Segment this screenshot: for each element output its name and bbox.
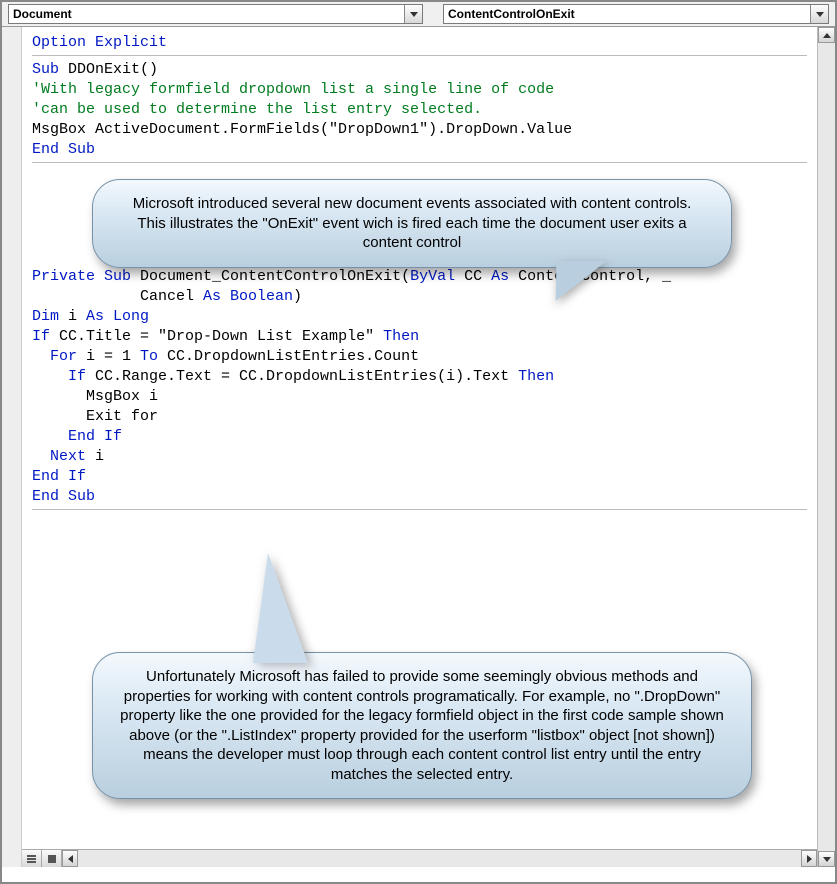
scroll-right-button[interactable]	[801, 850, 817, 867]
chevron-down-icon[interactable]	[404, 5, 422, 23]
callout-onexit-text: Microsoft introduced several new documen…	[133, 195, 692, 251]
procedure-view-icon[interactable]	[22, 850, 42, 867]
full-module-view-icon[interactable]	[42, 850, 62, 867]
procedure-dropdown[interactable]: ContentControlOnExit	[443, 4, 829, 24]
code-pane[interactable]: Option Explicit Sub DDOnExit() 'With leg…	[22, 27, 817, 867]
callout-onexit: Microsoft introduced several new documen…	[92, 179, 732, 268]
scroll-up-button[interactable]	[818, 27, 835, 43]
callout-limitations-text: Unfortunately Microsoft has failed to pr…	[120, 668, 724, 783]
scroll-down-button[interactable]	[818, 851, 835, 867]
horizontal-scrollbar[interactable]	[62, 850, 817, 867]
editor: Option Explicit Sub DDOnExit() 'With leg…	[2, 27, 835, 867]
scroll-left-button[interactable]	[62, 850, 78, 867]
vertical-scrollbar[interactable]	[817, 27, 835, 867]
bottom-bar	[22, 849, 817, 867]
code-text[interactable]: Option Explicit Sub DDOnExit() 'With leg…	[22, 27, 817, 520]
toolbar: Document ContentControlOnExit	[2, 2, 835, 27]
callout-limitations: Unfortunately Microsoft has failed to pr…	[92, 652, 752, 799]
chevron-down-icon[interactable]	[810, 5, 828, 23]
object-dropdown-label: Document	[9, 7, 404, 21]
object-dropdown[interactable]: Document	[8, 4, 423, 24]
margin-indicator	[2, 27, 22, 867]
procedure-dropdown-label: ContentControlOnExit	[444, 7, 810, 21]
